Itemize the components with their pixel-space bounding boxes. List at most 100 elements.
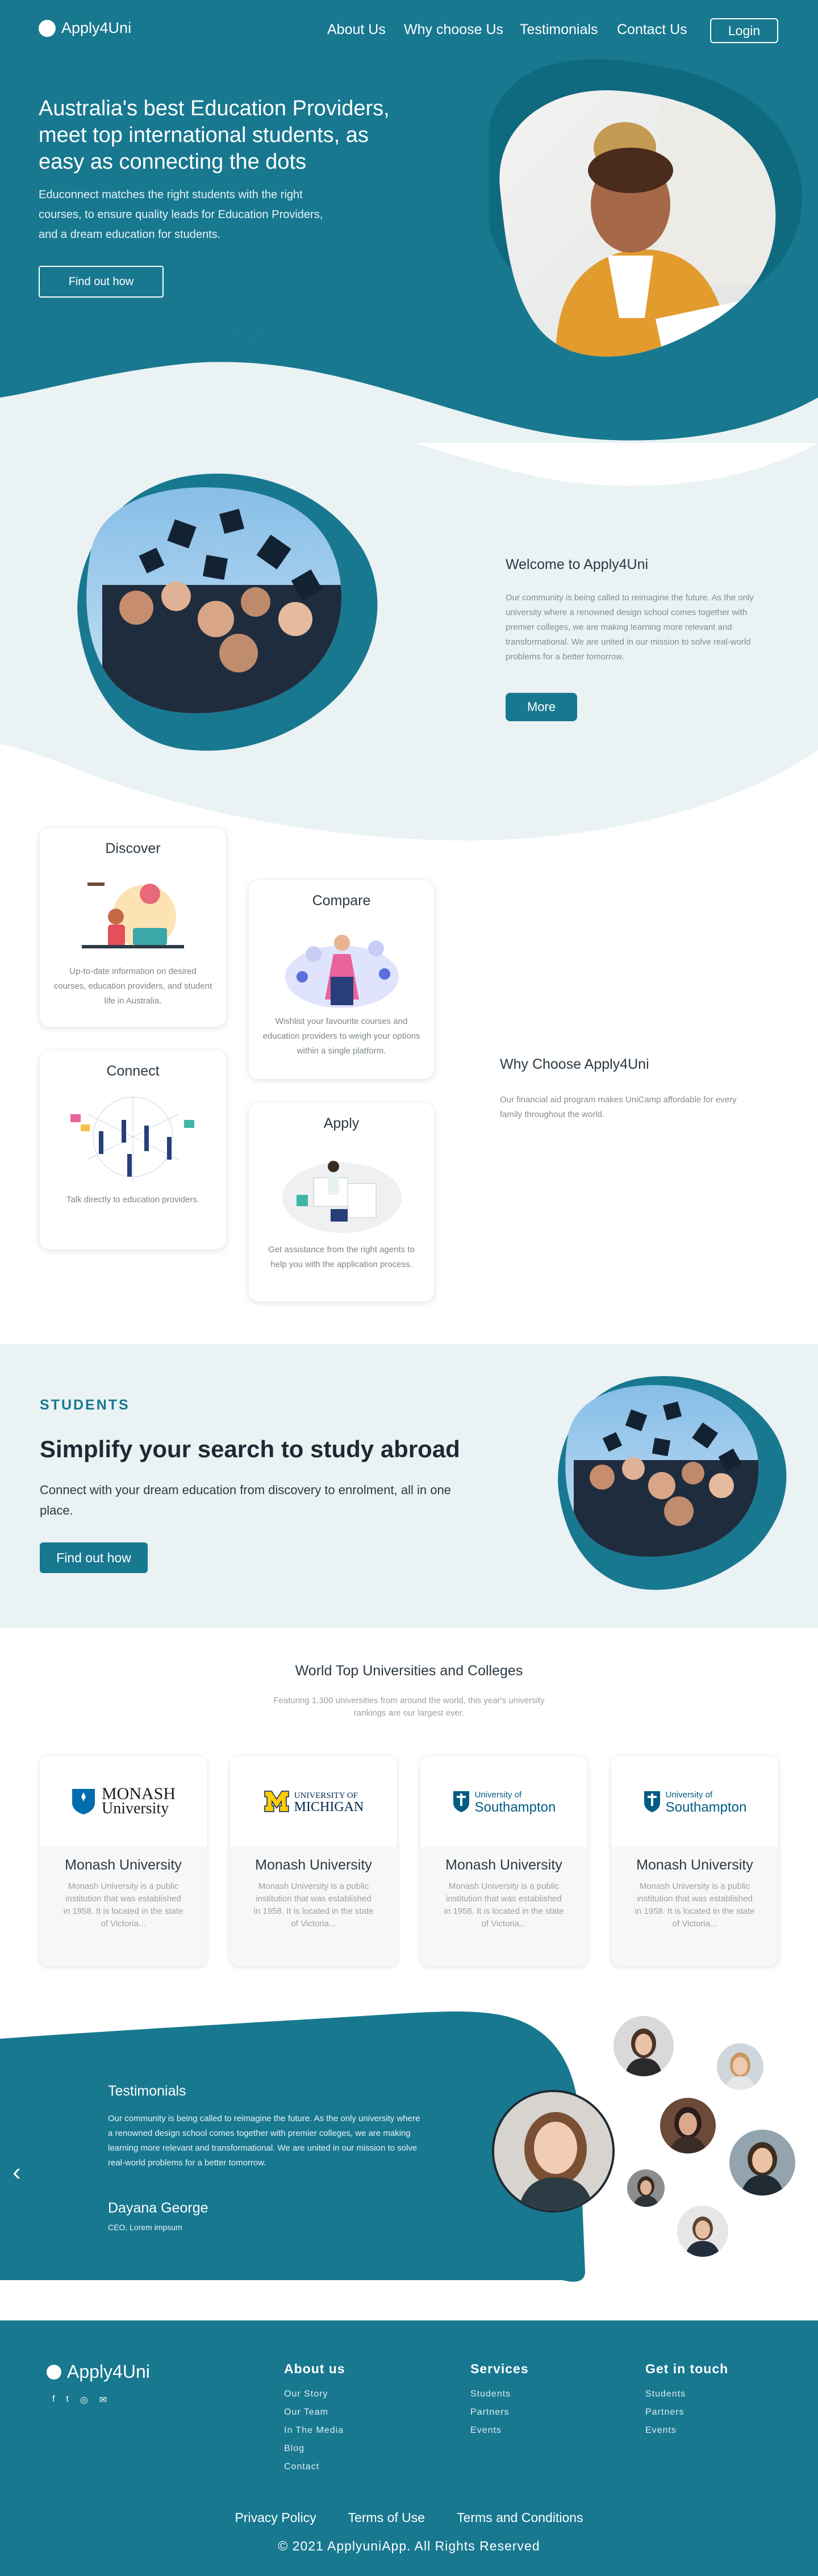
footer: Apply4Uni f t ◎ ✉ About us Our Story Our…: [0, 2320, 818, 2576]
twitter-icon[interactable]: t: [66, 2394, 68, 2406]
footer-legal-links: Privacy Policy Terms of Use Terms and Co…: [0, 2510, 818, 2525]
university-description: Monash University is a public institutio…: [63, 1881, 183, 1929]
university-logo: UNIVERSITY OF MICHIGAN: [230, 1756, 397, 1847]
testimonial-author-role: CEO, Lorem impsum: [108, 2223, 182, 2232]
university-logo: University of Southampton: [420, 1756, 587, 1847]
feature-card-connect[interactable]: Connect Talk directly to education provi…: [40, 1051, 226, 1249]
university-info: Monash University Monash University is a…: [420, 1847, 587, 1966]
university-logo: University of Southampton: [611, 1756, 778, 1847]
footer-brand-logo[interactable]: Apply4Uni: [47, 2361, 150, 2382]
person-photo: [677, 2206, 728, 2257]
more-button[interactable]: More: [506, 693, 577, 721]
apply-illustration-icon: [282, 1161, 402, 1233]
students-find-out-button[interactable]: Find out how: [40, 1542, 148, 1573]
nav-testimonials[interactable]: Testimonials: [520, 22, 598, 38]
card-title: Discover: [105, 840, 161, 856]
main-nav: About Us Why choose Us Testimonials Cont…: [0, 22, 818, 39]
card-text: Wishlist your favourite courses and educ…: [262, 1017, 420, 1056]
testimonial-author-name: Dayana George: [108, 2200, 208, 2216]
terms-of-use-link[interactable]: Terms of Use: [348, 2510, 425, 2525]
feature-card-compare[interactable]: Compare Wishlist your favourite courses …: [249, 880, 434, 1079]
footer-link[interactable]: Blog: [284, 2444, 345, 2454]
why-choose-section: Discover Up-to-date information on desir…: [0, 818, 818, 1329]
testimonials-text: Our community is being called to reimagi…: [108, 2114, 420, 2168]
social-links: f t ◎ ✉: [52, 2394, 107, 2406]
monash-crest-icon: [72, 1789, 95, 1814]
why-choose-text: Our financial aid program makes UniCamp …: [500, 1095, 737, 1119]
testimonial-avatar[interactable]: [660, 2098, 716, 2153]
university-name: Monash University: [65, 1857, 182, 1873]
michigan-m-icon: [264, 1791, 289, 1812]
card-title: Apply: [323, 1115, 360, 1131]
nav-why-choose-us[interactable]: Why choose Us: [404, 22, 503, 38]
person-photo: [614, 2016, 674, 2076]
university-card[interactable]: University of Southampton Monash Univers…: [420, 1756, 587, 1966]
university-card[interactable]: UNIVERSITY OF MICHIGAN Monash University…: [230, 1756, 397, 1966]
footer-link[interactable]: Our Story: [284, 2389, 345, 2399]
nav-about-us[interactable]: About Us: [327, 22, 386, 38]
card-text: Get assistance from the right agents to …: [268, 1245, 415, 1269]
testimonial-avatar[interactable]: [677, 2206, 728, 2257]
person-photo: [660, 2098, 716, 2153]
footer-link[interactable]: Events: [645, 2426, 728, 2436]
welcome-text: Our community is being called to reimagi…: [506, 593, 754, 662]
university-description: Monash University is a public institutio…: [635, 1881, 755, 1929]
university-name: Monash University: [255, 1857, 372, 1873]
university-name: Monash University: [445, 1857, 562, 1873]
facebook-icon[interactable]: f: [52, 2394, 55, 2406]
card-text: Up-to-date information on desired course…: [53, 967, 212, 1006]
login-button[interactable]: Login: [710, 18, 778, 43]
welcome-title: Welcome to Apply4Uni: [506, 557, 649, 572]
person-photo: [494, 2092, 612, 2210]
university-info: Monash University Monash University is a…: [40, 1847, 207, 1966]
university-logo: MONASH University: [40, 1756, 207, 1847]
card-title: Compare: [312, 893, 371, 909]
chevron-left-icon[interactable]: ‹: [12, 2158, 21, 2186]
terms-and-conditions-link[interactable]: Terms and Conditions: [457, 2510, 583, 2525]
students-title: Simplify your search to study abroad: [40, 1436, 460, 1462]
universities-title: World Top Universities and Colleges: [295, 1663, 523, 1679]
instagram-icon[interactable]: ◎: [80, 2394, 88, 2406]
testimonial-avatar[interactable]: [627, 2169, 665, 2207]
hero-text-line: courses, to ensure quality leads for Edu…: [39, 208, 323, 221]
feature-card-apply[interactable]: Apply Get assistance from the right agen…: [249, 1103, 434, 1302]
footer-link[interactable]: Partners: [470, 2407, 529, 2418]
logo-text-line: Southampton: [665, 1800, 747, 1815]
university-card[interactable]: MONASH University Monash University Mona…: [40, 1756, 207, 1966]
footer-link[interactable]: Students: [470, 2389, 529, 2399]
university-description: Monash University is a public institutio…: [444, 1881, 564, 1929]
university-card[interactable]: University of Southampton Monash Univers…: [611, 1756, 778, 1966]
compare-illustration-icon: [285, 935, 399, 1008]
why-choose-title: Why Choose Apply4Uni: [500, 1056, 649, 1072]
southampton-crest-icon: [453, 1791, 469, 1812]
footer-link[interactable]: Events: [470, 2426, 529, 2436]
mail-icon[interactable]: ✉: [99, 2394, 107, 2406]
footer-link[interactable]: Contact: [284, 2462, 345, 2472]
footer-link[interactable]: Students: [645, 2389, 728, 2399]
testimonial-avatar[interactable]: [614, 2016, 674, 2076]
testimonials-title: Testimonials: [108, 2083, 186, 2099]
hero-title: Australia's best Education Providers, me…: [39, 95, 470, 175]
hero-student-photo: [499, 90, 776, 357]
students-graduation-photo: [558, 1376, 787, 1590]
testimonial-main-avatar: [492, 2090, 615, 2213]
university-info: Monash University Monash University is a…: [611, 1847, 778, 1966]
university-name: Monash University: [636, 1857, 753, 1873]
copyright: © 2021 ApplyuniApp. All Rights Reserved: [278, 2539, 540, 2553]
feature-card-discover[interactable]: Discover Up-to-date information on desir…: [40, 828, 226, 1027]
testimonial-avatar[interactable]: [729, 2130, 795, 2196]
privacy-policy-link[interactable]: Privacy Policy: [235, 2510, 316, 2525]
logo-text-line: MICHIGAN: [294, 1800, 364, 1814]
footer-column-title: Services: [470, 2361, 529, 2376]
hero-title-line: meet top international students, as: [39, 123, 369, 147]
footer-column-about: About us Our Story Our Team In The Media…: [284, 2361, 345, 2480]
footer-link[interactable]: In The Media: [284, 2426, 345, 2436]
footer-link[interactable]: Partners: [645, 2407, 728, 2418]
hero-text-line: Educonnect matches the right students wi…: [39, 189, 303, 201]
testimonial-avatar[interactable]: [717, 2043, 763, 2090]
logo-text-line: University: [101, 1800, 169, 1817]
person-photo: [717, 2043, 763, 2090]
footer-link[interactable]: Our Team: [284, 2407, 345, 2418]
hero-find-out-button[interactable]: Find out how: [39, 266, 164, 298]
nav-contact-us[interactable]: Contact Us: [617, 22, 687, 38]
